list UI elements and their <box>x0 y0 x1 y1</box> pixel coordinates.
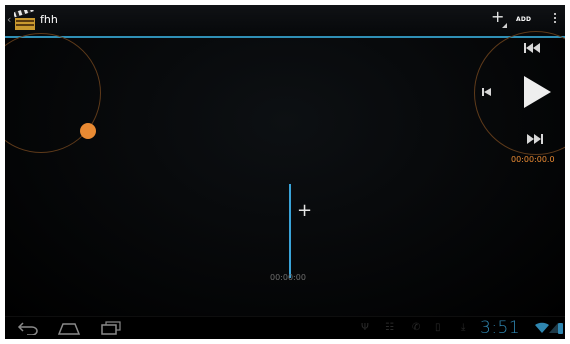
nav-back-icon[interactable] <box>17 321 39 335</box>
jog-dial-knob[interactable] <box>80 123 96 139</box>
cell-signal-icon <box>549 323 558 333</box>
wifi-icon <box>535 322 549 333</box>
app-title: fhh <box>40 13 58 26</box>
add-button[interactable]: ADD <box>516 16 531 23</box>
battery-icon <box>558 323 563 334</box>
fast-forward-icon[interactable] <box>525 133 543 145</box>
nav-home-icon[interactable] <box>57 321 81 335</box>
status-clock: 3:51 <box>480 318 521 338</box>
add-clip-icon[interactable]: + <box>297 202 312 220</box>
sd-card-icon: ▯ <box>435 322 441 333</box>
timeline-time-label: 00:00:00 <box>270 273 306 282</box>
action-bar: ‹ fhh + ADD <box>5 5 565 38</box>
nav-recents-icon[interactable] <box>100 321 122 335</box>
current-time-readout: 00:00:00.0 <box>511 155 555 164</box>
system-bar: Ψ ☷ ✆ ▯ ⤓ 3:51 <box>5 316 565 339</box>
clapperboard-icon[interactable] <box>14 10 36 31</box>
usb-icon: Ψ <box>361 322 369 333</box>
back-caret-icon[interactable]: ‹ <box>7 13 11 26</box>
android-debug-icon: ☷ <box>385 322 394 333</box>
phone-icon: ✆ <box>412 322 421 333</box>
dropdown-corner-icon <box>502 23 507 28</box>
rewind-icon[interactable] <box>524 42 542 54</box>
play-icon[interactable] <box>522 75 552 109</box>
step-back-icon[interactable] <box>482 87 492 97</box>
timeline-playhead[interactable] <box>289 184 291 278</box>
download-icon: ⤓ <box>461 322 466 333</box>
device-screen: ‹ fhh + ADD 00:00:00.0 + 00:00:00 Ψ ☷ ✆ … <box>5 5 565 339</box>
overflow-menu-icon[interactable] <box>553 13 557 29</box>
